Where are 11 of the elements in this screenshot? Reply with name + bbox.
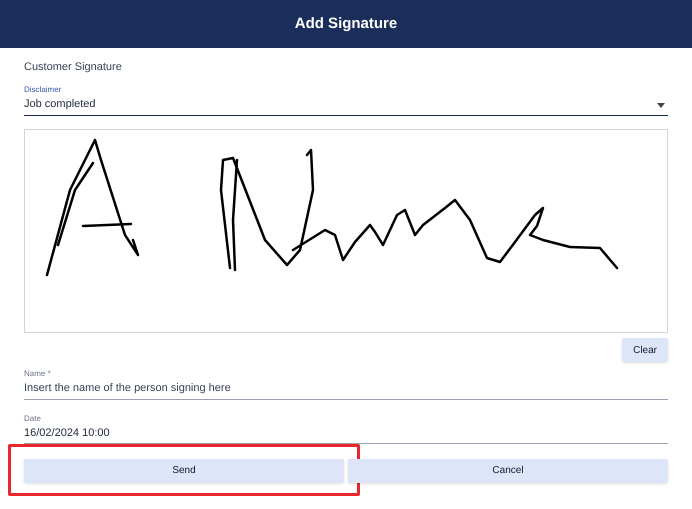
section-label: Customer Signature: [24, 60, 122, 75]
dropdown-caret-icon: [657, 103, 665, 108]
clear-button[interactable]: Clear: [622, 338, 668, 362]
action-button[interactable]: Send: [24, 458, 344, 482]
action-button[interactable]: Cancel: [348, 458, 668, 482]
disclaimer-select[interactable]: Disclaimer Job completed: [24, 84, 668, 116]
field-label: Date: [24, 412, 41, 424]
field-label: Name *: [24, 368, 51, 380]
name-field[interactable]: Insert the name of the person signing here: [24, 380, 668, 400]
date-field[interactable]: 16/02/2024 10:00: [24, 424, 668, 444]
dialog-title: Add Signature: [294, 14, 398, 34]
